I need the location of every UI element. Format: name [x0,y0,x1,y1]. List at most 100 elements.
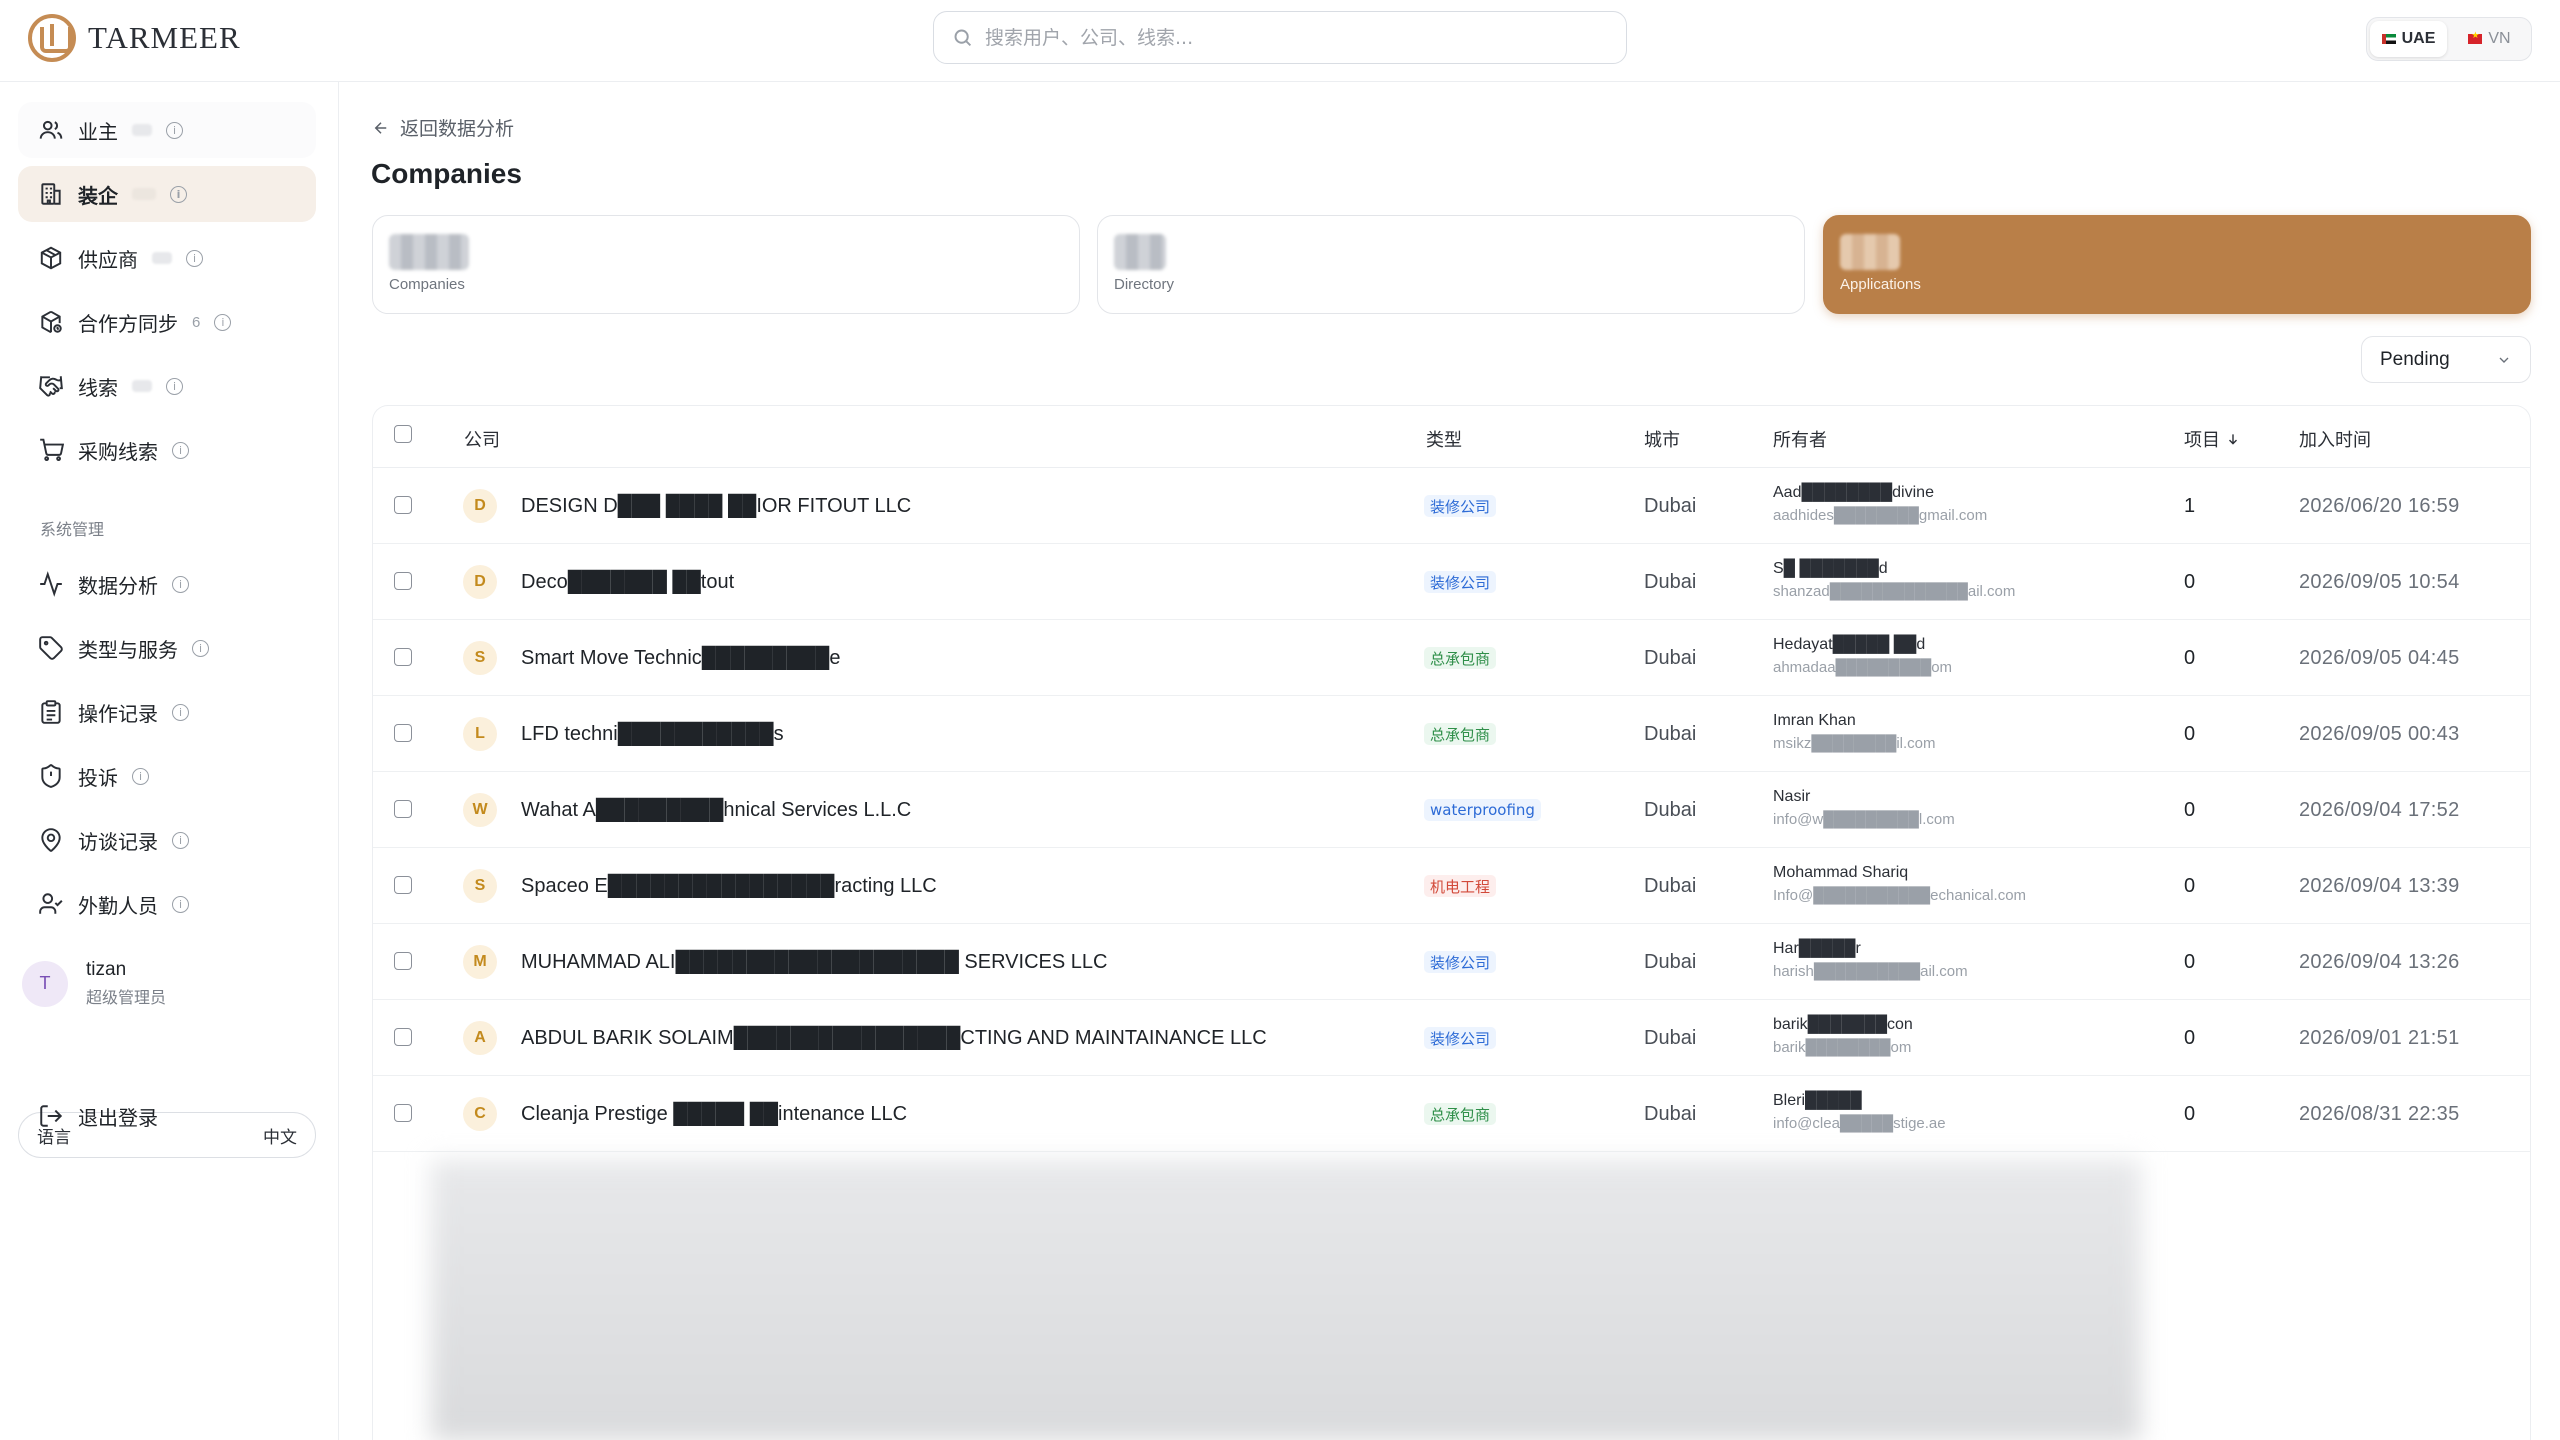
owner-name: Bleri█████ [1773,1092,1862,1109]
table-row[interactable]: M MUHAMMAD ALI████████████████████ SERVIC… [373,924,2530,1000]
owner-name: barik███████con [1773,1016,1913,1033]
redacted-count [132,124,152,136]
row-checkbox[interactable] [394,1104,412,1122]
sidebar-item-analytics[interactable]: 数据分析 i [18,556,316,612]
region-vn-button[interactable]: VN [2451,21,2528,57]
table-row[interactable]: W Wahat A█████████hnical Services L.L.C wa… [373,772,2530,848]
region-uae-button[interactable]: UAE [2370,21,2447,57]
stat-card-directory[interactable]: Directory [1097,215,1805,314]
company-type-tag: 总承包商 [1424,1103,1497,1125]
sidebar-item-companies[interactable]: 装企 i [18,166,316,222]
sidebar-item-partner-sync[interactable]: 合作方同步 6 i [18,294,316,350]
info-icon[interactable]: i [172,831,189,849]
user-name: tizan [86,959,127,980]
row-checkbox[interactable] [394,876,412,894]
info-icon[interactable]: i [172,895,189,913]
row-checkbox[interactable] [394,1028,412,1046]
user-check-icon [39,893,63,914]
company-name[interactable]: Smart Move Technic█████████e [521,647,840,670]
row-checkbox[interactable] [394,800,412,818]
sidebar-item-field-staff[interactable]: 外勤人员 i [18,876,316,932]
stat-card-label: Applications [1840,276,1921,293]
table-row[interactable]: D DESIGN D███ ████ ██IOR FITOUT LLC 装修公司 Du… [373,468,2530,544]
sidebar-item-visit-records[interactable]: 访谈记录 i [18,812,316,868]
column-joined[interactable]: 加入时间 [2299,426,2371,452]
table-row[interactable]: S Smart Move Technic█████████e 总承包商 Dubai He… [373,620,2530,696]
column-owner[interactable]: 所有者 [1773,426,1827,452]
project-count: 0 [2184,951,2196,973]
table-row[interactable]: L LFD techni███████████s 总承包商 Dubai Imran Kh… [373,696,2530,772]
redacted-count [1114,234,1166,270]
info-icon[interactable]: i [166,121,183,139]
stat-card-companies[interactable]: Companies [372,215,1080,314]
company-name[interactable]: Cleanja Prestige █████ ██intenance LLC [521,1103,907,1126]
redacted-count [132,380,152,392]
table-row[interactable]: A ABDUL BARIK SOLAIM████████████████CTING… [373,1000,2530,1076]
chevron-down-icon [2499,357,2509,363]
sidebar-item-leads[interactable]: 线索 i [18,358,316,414]
sidebar-item-label: 数据分析 [78,575,158,598]
company-name[interactable]: LFD techni███████████s [521,723,784,746]
column-projects[interactable]: 项目 [2184,426,2240,452]
back-link[interactable]: 返回数据分析 [372,114,514,141]
sidebar-item-types-services[interactable]: 类型与服务 i [18,620,316,676]
row-checkbox[interactable] [394,572,412,590]
table-row[interactable]: S Spaceo E████████████████racting LLC 机电工程… [373,848,2530,924]
sidebar-item-owners[interactable]: 业主 i [18,102,316,158]
company-name[interactable]: Spaceo E████████████████racting LLC [521,875,937,898]
sidebar-item-procurement-leads[interactable]: 采购线索 i [18,422,316,478]
info-icon[interactable]: i [132,767,149,785]
table-row[interactable]: D Deco███████ ██tout 装修公司 Dubai S█ ███████d s… [373,544,2530,620]
logout-button[interactable]: 退出登录 [18,1088,316,1144]
row-checkbox[interactable] [394,724,412,742]
search-input[interactable] [985,26,1585,49]
region-uae-label: UAE [2401,30,2436,47]
company-name[interactable]: MUHAMMAD ALI████████████████████ SERVICE… [521,951,1107,974]
row-checkbox[interactable] [394,952,412,970]
company-name[interactable]: Wahat A█████████hnical Services L.L.C [521,799,911,822]
region-switcher: UAE VN [2366,17,2532,61]
sidebar-item-complaints[interactable]: 投诉 i [18,748,316,804]
company-type-tag: waterproofing [1424,799,1541,821]
info-icon[interactable]: i [172,703,189,721]
company-type-tag: 总承包商 [1424,647,1497,669]
status-filter-value: Pending [2380,348,2450,370]
stat-card-applications[interactable]: Applications [1823,215,2531,314]
current-user[interactable]: T tizan 超级管理员 [18,959,166,1008]
sidebar-item-operation-log[interactable]: 操作记录 i [18,684,316,740]
company-city: Dubai [1644,571,1697,593]
top-header: TARMEER UAE VN [0,0,2560,82]
status-filter-select[interactable]: Pending [2361,336,2531,383]
sidebar-item-suppliers[interactable]: 供应商 i [18,230,316,286]
project-count: 0 [2184,875,2196,897]
brand-logo[interactable]: TARMEER [28,14,241,62]
column-company[interactable]: 公司 [464,426,500,452]
info-icon[interactable]: i [172,441,189,459]
owner-email: barik████████om [1773,1039,1912,1056]
owner-email: harish██████████ail.com [1773,963,1968,980]
project-count: 0 [2184,799,2196,821]
company-name[interactable]: Deco███████ ██tout [521,571,734,594]
column-city[interactable]: 城市 [1644,426,1680,452]
info-icon[interactable]: i [166,377,183,395]
global-search[interactable] [933,11,1627,64]
company-name[interactable]: ABDUL BARIK SOLAIM████████████████CTING … [521,1027,1267,1050]
sidebar: 业主 i 装企 i 供应商 i 合作方同步 6 i 线索 i 采购线索 i 系统… [0,82,339,1440]
row-checkbox[interactable] [394,648,412,666]
info-icon[interactable]: i [186,249,203,267]
column-type[interactable]: 类型 [1426,426,1462,452]
company-type-tag: 装修公司 [1424,1027,1497,1049]
company-type-tag: 机电工程 [1424,875,1497,897]
redacted-count [152,252,172,264]
company-name[interactable]: DESIGN D███ ████ ██IOR FITOUT LLC [521,495,911,518]
table-row[interactable]: C Cleanja Prestige █████ ██intenance LLC 总… [373,1076,2530,1152]
info-icon[interactable]: i [192,639,209,657]
row-checkbox[interactable] [394,496,412,514]
redacted-count [1840,234,1900,270]
info-icon[interactable]: i [172,575,189,593]
cart-icon [40,438,64,462]
info-icon[interactable]: i [170,185,187,203]
select-all-checkbox[interactable] [394,425,412,443]
info-icon[interactable]: i [214,313,232,331]
user-role: 超级管理员 [86,990,167,1007]
